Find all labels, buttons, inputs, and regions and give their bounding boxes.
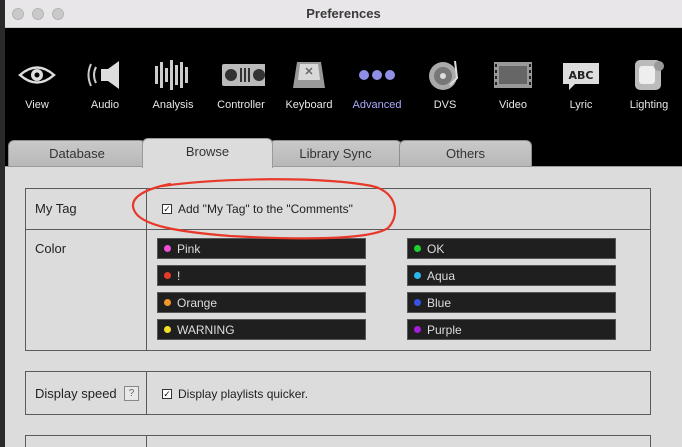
- preferences-window: Preferences View Audio Analysis Controll…: [5, 0, 682, 447]
- toolbar-analysis[interactable]: Analysis: [141, 58, 205, 116]
- my-tag-label: My Tag: [35, 201, 77, 216]
- color-item-orange[interactable]: Orange: [157, 292, 366, 313]
- toolbar-controller-label: Controller: [217, 99, 265, 111]
- color-name: Aqua: [427, 269, 456, 283]
- color-item-aqua[interactable]: Aqua: [407, 265, 616, 286]
- pink-dot-icon: [164, 245, 171, 252]
- section-column-divider: [146, 436, 147, 447]
- color-item-warning[interactable]: WARNING: [157, 319, 366, 340]
- tab-others[interactable]: Others: [399, 140, 532, 167]
- toolbar-advanced[interactable]: Advanced: [345, 58, 409, 116]
- toolbar-video[interactable]: Video: [481, 58, 545, 116]
- color-item-ok[interactable]: OK: [407, 238, 616, 259]
- color-name: Orange: [177, 296, 218, 310]
- display-speed-checkbox[interactable]: ✓: [162, 389, 172, 399]
- color-name: WARNING: [177, 323, 235, 337]
- dots-icon: [359, 70, 395, 80]
- preferences-toolbar: View Audio Analysis Controller Keyboard …: [5, 28, 682, 128]
- color-label: Color: [35, 241, 67, 256]
- my-tag-checkbox[interactable]: ✓: [162, 204, 172, 214]
- svg-text:ABC: ABC: [569, 69, 594, 82]
- toolbar-keyboard-label: Keyboard: [285, 99, 333, 111]
- blue-dot-icon: [414, 299, 421, 306]
- my-tag-option-label: Add "My Tag" to the "Comments": [178, 202, 353, 216]
- keyboard-icon: [293, 62, 325, 88]
- section-column-divider: [146, 372, 147, 414]
- speaker-icon: [87, 61, 119, 89]
- moving-head-icon: [635, 60, 664, 90]
- abc-icon: ABC: [563, 63, 599, 90]
- color-item-blue[interactable]: Blue: [407, 292, 616, 313]
- toolbar-view[interactable]: View: [5, 58, 69, 116]
- red-dot-icon: [164, 272, 171, 279]
- tab-library-sync[interactable]: Library Sync: [269, 140, 402, 167]
- toolbar-audio[interactable]: Audio: [73, 58, 137, 116]
- color-name: OK: [427, 242, 445, 256]
- toolbar-lighting[interactable]: Lighting: [617, 58, 681, 116]
- color-name: Blue: [427, 296, 452, 310]
- display-speed-option-label: Display playlists quicker.: [178, 387, 309, 401]
- tab-bar: Database Browse Library Sync Others: [5, 128, 682, 168]
- film-icon: [494, 62, 532, 88]
- toolbar-keyboard[interactable]: Keyboard: [277, 58, 341, 116]
- turntable-icon: [429, 60, 459, 90]
- section-row-divider: [26, 229, 650, 230]
- toolbar-lyric-label: Lyric: [569, 99, 593, 111]
- tab-database[interactable]: Database: [8, 140, 146, 167]
- display-speed-section: Display speed ? ✓ Display playlists quic…: [25, 371, 651, 415]
- toolbar-dvs-label: DVS: [433, 99, 457, 111]
- color-name: Purple: [427, 323, 462, 337]
- color-item-exclamation[interactable]: !: [157, 265, 366, 286]
- color-item-pink[interactable]: Pink: [157, 238, 366, 259]
- toolbar-view-label: View: [25, 99, 49, 111]
- section-column-divider: [146, 189, 147, 350]
- window-title: Preferences: [306, 6, 381, 21]
- purple-dot-icon: [414, 326, 421, 333]
- color-name: !: [177, 269, 181, 283]
- toolbar-dvs[interactable]: DVS: [413, 58, 477, 116]
- toolbar-controller[interactable]: Controller: [209, 58, 273, 116]
- display-speed-help-button[interactable]: ?: [124, 386, 139, 401]
- eye-icon: [18, 66, 56, 84]
- tab-browse[interactable]: Browse: [142, 138, 273, 168]
- green-dot-icon: [414, 245, 421, 252]
- waveform-icon: [155, 60, 188, 90]
- toolbar-video-label: Video: [499, 99, 527, 111]
- aqua-dot-icon: [414, 272, 421, 279]
- yellow-dot-icon: [164, 326, 171, 333]
- browse-panel: My Tag ✓ Add "My Tag" to the "Comments" …: [5, 167, 682, 447]
- title-bar: Preferences: [5, 0, 682, 28]
- toolbar-lighting-label: Lighting: [629, 99, 669, 111]
- next-section: [25, 435, 651, 447]
- toolbar-lyric[interactable]: ABC Lyric: [549, 58, 613, 116]
- color-item-purple[interactable]: Purple: [407, 319, 616, 340]
- toolbar-analysis-label: Analysis: [152, 99, 194, 111]
- toolbar-advanced-label: Advanced: [352, 99, 402, 111]
- tag-color-section: My Tag ✓ Add "My Tag" to the "Comments" …: [25, 188, 651, 351]
- orange-dot-icon: [164, 299, 171, 306]
- toolbar-audio-label: Audio: [90, 99, 120, 111]
- color-name: Pink: [177, 242, 201, 256]
- controller-icon: [222, 64, 265, 86]
